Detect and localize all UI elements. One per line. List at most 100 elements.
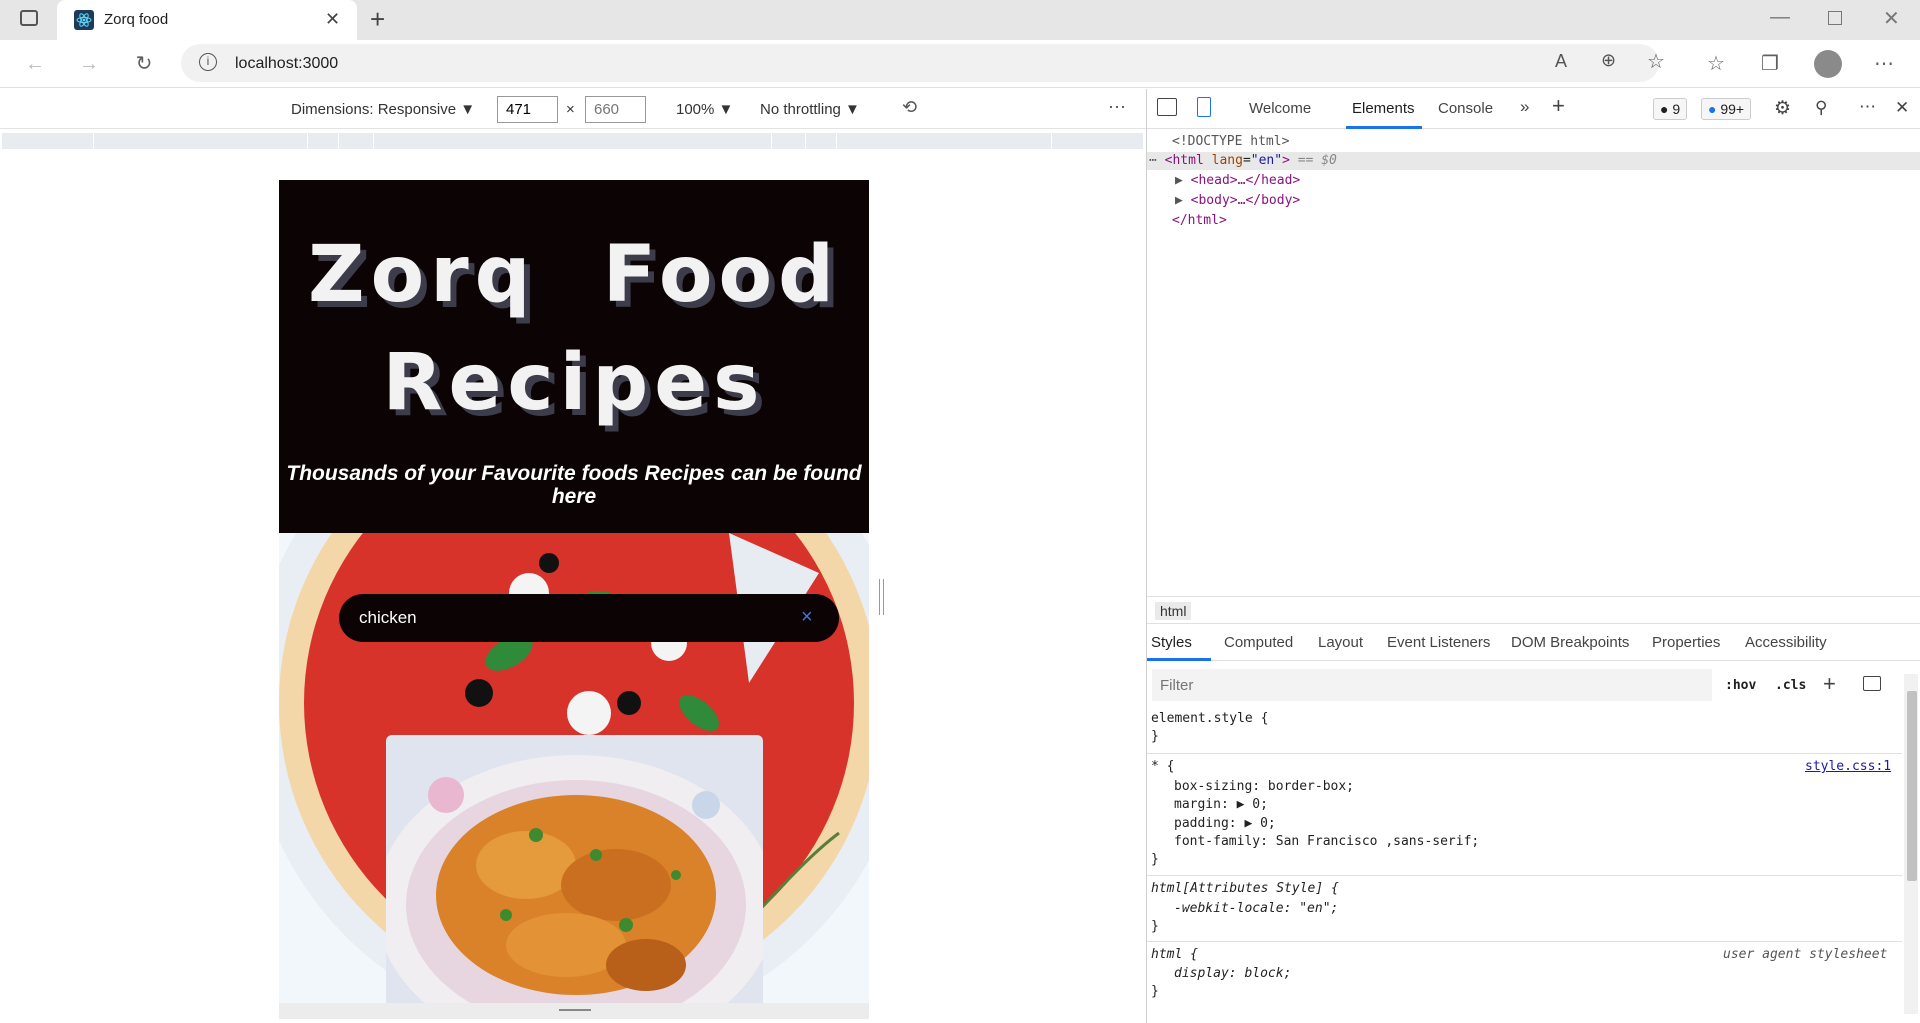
ruler-segment[interactable]	[837, 133, 1052, 149]
devtools-tabbar: Welcome Elements Console » + ● 9 ● 99+ ⚙…	[1147, 89, 1920, 129]
tab-bar: Zorq food ✕ + — ✕	[0, 0, 1920, 40]
box-sizing-declaration[interactable]: box-sizing: border-box;	[1174, 779, 1354, 794]
more-tabs-icon[interactable]: »	[1520, 97, 1529, 117]
ua-stylesheet-label: user agent stylesheet	[1723, 947, 1888, 962]
toggle-sidebar-icon[interactable]	[1863, 676, 1881, 691]
tab-dom-breakpoints[interactable]: DOM Breakpoints	[1511, 634, 1629, 651]
device-viewport: Zorq Food Recipes Thousands of your Favo…	[279, 180, 869, 1003]
universal-selector[interactable]: * {	[1151, 759, 1174, 774]
tab-computed[interactable]: Computed	[1224, 634, 1293, 651]
padding-declaration[interactable]: padding: ▶ 0;	[1174, 816, 1276, 831]
close-devtools-icon[interactable]: ✕	[1895, 98, 1909, 118]
tab-console[interactable]: Console	[1438, 100, 1493, 117]
messages-badge[interactable]: ● 99+	[1701, 98, 1752, 120]
clear-search-icon[interactable]: ×	[801, 606, 813, 629]
styles-filter-input[interactable]	[1152, 669, 1712, 701]
close-tab-icon[interactable]: ✕	[325, 9, 340, 30]
issues-badge[interactable]: ● 9	[1653, 98, 1688, 120]
hero-title-line1: Zorq Food	[308, 230, 840, 320]
breadcrumb-html[interactable]: html	[1155, 602, 1192, 620]
cls-toggle[interactable]: .cls	[1775, 678, 1806, 693]
search-input[interactable]	[359, 606, 779, 630]
ruler-segment[interactable]	[1052, 133, 1144, 149]
body-node[interactable]: ▶ <body>…</body>	[1175, 193, 1300, 208]
recipe-card[interactable]	[386, 735, 763, 1003]
tab-actions-icon[interactable]	[20, 10, 38, 26]
device-toolbar: Dimensions: Responsive ▼ × 100% ▼ No thr…	[0, 89, 1146, 129]
tab-welcome[interactable]: Welcome	[1249, 100, 1311, 117]
hero-title-line2: Recipes	[382, 338, 766, 428]
styles-scrollbar-thumb[interactable]	[1907, 691, 1917, 881]
tab-accessibility[interactable]: Accessibility	[1745, 634, 1827, 651]
html-ua-rule[interactable]: html {	[1151, 947, 1198, 962]
throttling-dropdown[interactable]: No throttling ▼	[760, 101, 860, 118]
rule-divider	[1147, 753, 1902, 754]
devtools-more-icon[interactable]: ⋯	[1859, 97, 1876, 117]
head-node[interactable]: ▶ <head>…</head>	[1175, 173, 1300, 188]
webkit-locale-declaration[interactable]: -webkit-locale: "en";	[1174, 901, 1338, 916]
address-bar[interactable]: i localhost:3000 A ⊕ ☆	[181, 44, 1665, 82]
emulated-viewport-area: Zorq Food Recipes Thousands of your Favo…	[0, 152, 1146, 1023]
tab-properties[interactable]: Properties	[1652, 634, 1720, 651]
tab-styles[interactable]: Styles	[1151, 634, 1192, 651]
dimensions-dropdown[interactable]: Dimensions: Responsive ▼	[291, 101, 475, 118]
margin-declaration[interactable]: margin: ▶ 0;	[1174, 797, 1268, 812]
ruler-segment[interactable]	[806, 133, 837, 149]
chicken-curry-image	[386, 735, 763, 1003]
favorites-icon[interactable]: ☆	[1702, 50, 1730, 78]
ruler-segment[interactable]	[2, 133, 94, 149]
height-input[interactable]	[585, 96, 646, 123]
settings-more-icon[interactable]: ⋯	[1870, 50, 1898, 78]
hov-toggle[interactable]: :hov	[1725, 678, 1756, 693]
add-favorite-icon[interactable]: ☆	[1647, 49, 1665, 74]
navigation-bar: ← → ↻ i localhost:3000 A ⊕ ☆ ☆ ❐ ⋯	[0, 40, 1920, 88]
font-family-declaration[interactable]: font-family: San Francisco ,sans-serif;	[1174, 834, 1479, 849]
read-aloud-icon[interactable]: A	[1555, 51, 1567, 72]
ruler-segment[interactable]	[339, 133, 374, 149]
devtools-panel: Welcome Elements Console » + ● 9 ● 99+ ⚙…	[1146, 89, 1920, 1023]
ruler-segment[interactable]	[374, 133, 772, 149]
viewport-resize-handle[interactable]	[279, 1003, 869, 1019]
restore-icon[interactable]	[1828, 11, 1842, 25]
rotate-icon[interactable]: ⟲	[902, 97, 917, 118]
rule-close: }	[1151, 852, 1159, 867]
zoom-dropdown[interactable]: 100% ▼	[676, 101, 733, 118]
site-info-icon[interactable]: i	[199, 53, 217, 71]
refresh-icon[interactable]: ↻	[130, 50, 158, 78]
html-node[interactable]: ⋯ <html lang="en"> == $0	[1149, 153, 1337, 168]
ruler-segment[interactable]	[308, 133, 339, 149]
ruler-segment[interactable]	[94, 133, 308, 149]
active-subtab-underline	[1147, 658, 1211, 661]
profile-avatar[interactable]	[1814, 50, 1842, 78]
more-options-icon[interactable]: ⋯	[1108, 97, 1126, 118]
new-tab-icon[interactable]: +	[370, 4, 385, 35]
viewport-scrollbar[interactable]	[879, 579, 884, 615]
breadcrumb: html	[1147, 596, 1920, 624]
tab-event-listeners[interactable]: Event Listeners	[1387, 634, 1490, 651]
new-style-rule-icon[interactable]: +	[1823, 671, 1836, 697]
tab-layout[interactable]: Layout	[1318, 634, 1363, 651]
attributes-style-rule[interactable]: html[Attributes Style] {	[1151, 881, 1339, 896]
back-icon[interactable]: ←	[21, 50, 49, 78]
rule-divider	[1147, 875, 1902, 876]
close-window-icon[interactable]: ✕	[1883, 6, 1900, 31]
collections-icon[interactable]: ❐	[1756, 50, 1784, 78]
device-emulation-icon[interactable]	[1197, 97, 1211, 117]
ruler-segment[interactable]	[772, 133, 806, 149]
rule-close: }	[1151, 984, 1159, 999]
customize-icon[interactable]: ⚲	[1815, 98, 1827, 118]
width-input[interactable]	[497, 96, 558, 123]
style-source-link[interactable]: style.css:1	[1805, 759, 1891, 774]
minimize-icon[interactable]: —	[1770, 6, 1790, 29]
element-style-rule[interactable]: element.style {	[1151, 711, 1268, 726]
react-favicon-icon	[74, 10, 94, 30]
gear-icon[interactable]: ⚙	[1774, 97, 1791, 120]
add-tab-icon[interactable]: +	[1552, 93, 1565, 119]
doctype-node[interactable]: <!DOCTYPE html>	[1172, 134, 1289, 149]
inspect-element-icon[interactable]	[1157, 98, 1177, 116]
tab-elements[interactable]: Elements	[1352, 100, 1415, 117]
browser-tab[interactable]: Zorq food ✕	[57, 0, 357, 40]
display-declaration[interactable]: display: block;	[1174, 966, 1291, 981]
zoom-icon[interactable]: ⊕	[1601, 50, 1616, 71]
forward-icon[interactable]: →	[75, 50, 103, 78]
